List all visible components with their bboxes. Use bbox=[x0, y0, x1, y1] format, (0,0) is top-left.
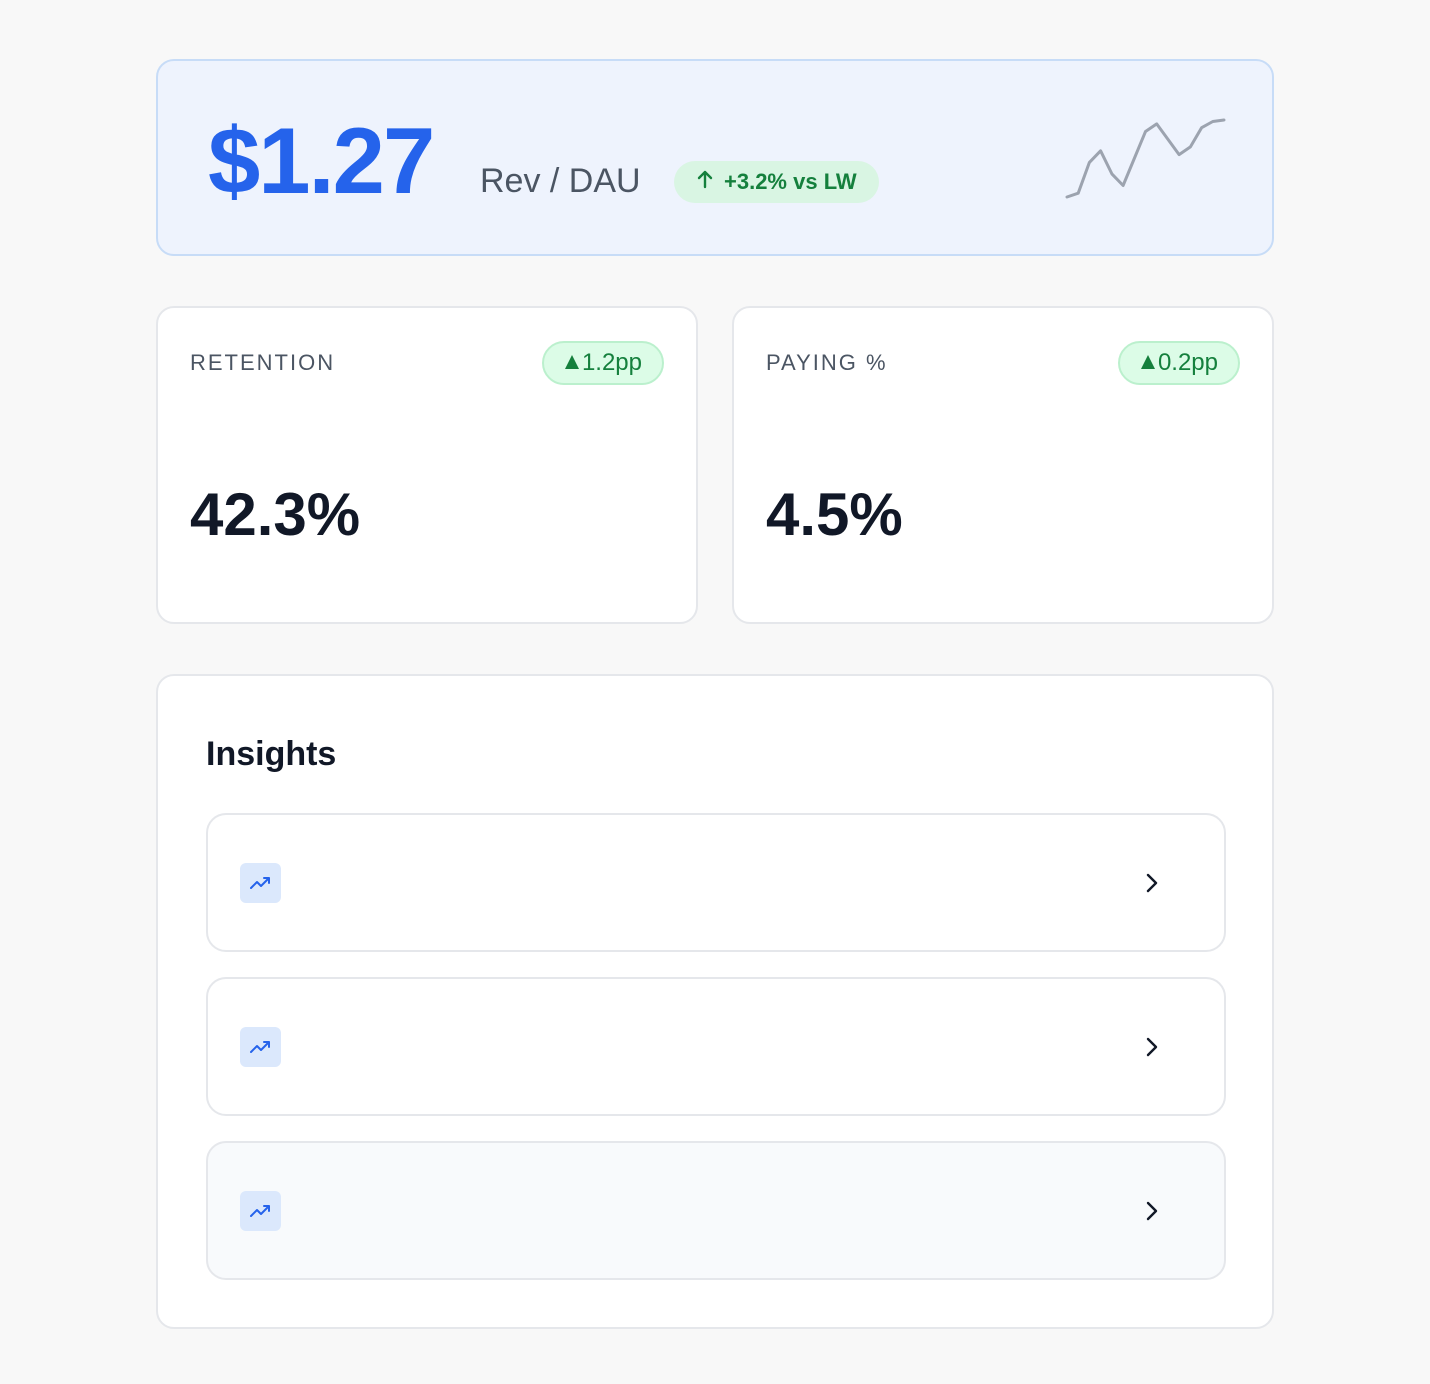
kpi-change-text: 1.2pp bbox=[581, 349, 642, 376]
sparkline-chart bbox=[1065, 118, 1226, 199]
chevron-right-icon[interactable] bbox=[1140, 1035, 1164, 1059]
hero-change-badge: +3.2% vs LW bbox=[674, 161, 879, 203]
kpi-card-retention: RETENTION 1.2pp 42.3% bbox=[156, 306, 698, 624]
hero-label: Rev / DAU bbox=[480, 162, 641, 200]
kpi-change-badge: 1.2pp bbox=[541, 341, 664, 385]
kpi-value: 4.5% bbox=[766, 481, 903, 548]
triangle-up-icon bbox=[564, 349, 580, 377]
kpi-label: PAYING % bbox=[766, 350, 888, 375]
kpi-change-badge: 0.2pp bbox=[1117, 341, 1240, 385]
sparkline-line bbox=[1065, 118, 1226, 199]
triangle-up-icon bbox=[1140, 349, 1156, 377]
arrow-up-icon bbox=[696, 169, 714, 195]
trending-up-icon bbox=[240, 863, 281, 903]
hero-metric-card: $1.27 Rev / DAU +3.2% vs LW bbox=[156, 59, 1274, 256]
hero-value: $1.27 bbox=[208, 108, 435, 213]
insight-row[interactable] bbox=[206, 813, 1226, 952]
kpi-card-paying: PAYING % 0.2pp 4.5% bbox=[732, 306, 1274, 624]
trending-up-icon bbox=[240, 1027, 281, 1067]
trending-up-icon bbox=[240, 1191, 281, 1231]
chevron-right-icon[interactable] bbox=[1140, 1199, 1164, 1223]
dashboard-page: $1.27 Rev / DAU +3.2% vs LW RETENTION 1.… bbox=[0, 0, 1430, 1384]
kpi-change-text: 0.2pp bbox=[1157, 349, 1218, 376]
chevron-right-icon[interactable] bbox=[1140, 871, 1164, 895]
insights-title: Insights bbox=[206, 735, 337, 773]
insights-panel: Insights bbox=[156, 674, 1274, 1329]
kpi-value: 42.3% bbox=[190, 481, 361, 548]
insight-row[interactable] bbox=[206, 977, 1226, 1116]
kpi-label: RETENTION bbox=[190, 350, 336, 375]
hero-change-text: +3.2% vs LW bbox=[724, 169, 857, 194]
insight-row[interactable] bbox=[206, 1141, 1226, 1280]
